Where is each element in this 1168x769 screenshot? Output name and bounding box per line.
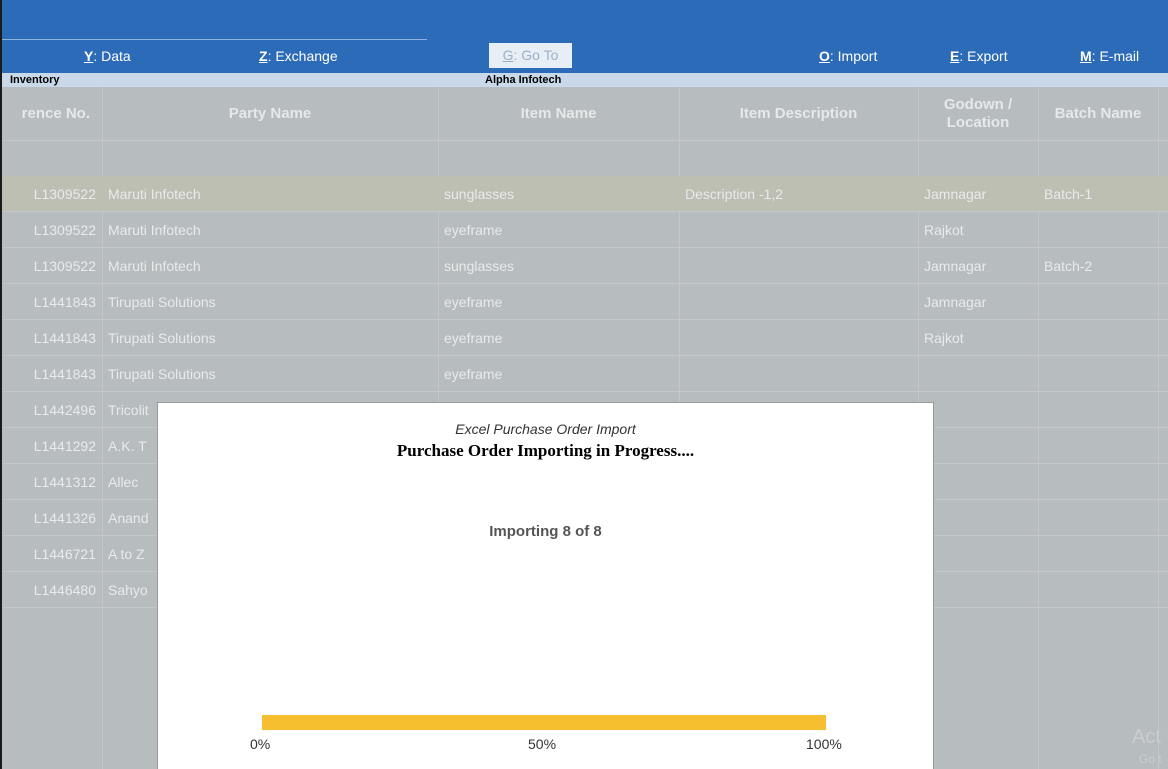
menu-exchange-button[interactable]: Z: Exchange (259, 46, 338, 66)
progress-bar-fill (262, 715, 826, 730)
cell-batch-name (1044, 320, 1158, 356)
cell-reference-no: L1309522 (33, 258, 96, 274)
menu-goto-button[interactable]: G: Go To (489, 43, 572, 68)
cell-party-name: Tirupati Solutions (108, 366, 216, 382)
cell-batch-name (1044, 356, 1158, 392)
cell-godown-location: Rajkot (924, 222, 964, 238)
app-window: Y: Data Z: Exchange G: Go To O: Import E… (0, 0, 1168, 769)
cell-batch-name (1044, 464, 1158, 500)
header-batch-name[interactable]: Batch Name (1038, 87, 1158, 141)
menu-email-button[interactable]: M: E-mail (1080, 46, 1139, 66)
header-party-name[interactable]: Party Name (102, 87, 438, 141)
module-label: Inventory (10, 74, 60, 86)
cell-item-description (685, 248, 918, 284)
cell-item-name: eyeframe (444, 294, 503, 310)
table-row[interactable]: L1309522 Maruti Infotech eyeframe Rajkot (2, 212, 1168, 248)
menu-export-button[interactable]: E: Export (950, 46, 1008, 66)
cell-godown-location: Jamnagar (924, 294, 987, 310)
cell-godown-location: Rajkot (924, 330, 964, 346)
cell-reference-no: L1309522 (33, 222, 96, 238)
activation-watermark: Act (1132, 726, 1161, 748)
cell-batch-name (1044, 428, 1158, 464)
table-row[interactable]: L1441843 Tirupati Solutions eyeframe (2, 356, 1168, 392)
cell-batch-name (1044, 392, 1158, 428)
cell-batch-name (1044, 500, 1158, 536)
header-reference-no[interactable]: rence No. (2, 87, 102, 141)
cell-batch-name: Batch-1 (1044, 186, 1093, 202)
cell-batch-name (1044, 284, 1158, 320)
cell-reference-no: L1441843 (33, 294, 96, 310)
cell-godown-location (924, 572, 1038, 608)
cell-item-description (685, 212, 918, 248)
company-name: Alpha Infotech (485, 74, 562, 86)
cell-party-name: Maruti Infotech (108, 222, 201, 238)
header-item-description[interactable]: Item Description (679, 87, 918, 141)
progress-tick-0: 0% (250, 736, 271, 752)
cell-item-description (685, 284, 918, 320)
cell-godown-location (924, 428, 1038, 464)
dialog-title: Purchase Order Importing in Progress.... (396, 441, 695, 460)
cell-reference-no: L1441312 (33, 474, 96, 490)
cell-godown-location (924, 500, 1038, 536)
menu-data-button[interactable]: Y: Data (84, 46, 131, 66)
cell-item-description (685, 356, 918, 392)
top-menu-bar: Y: Data Z: Exchange G: Go To O: Import E… (2, 0, 1168, 73)
cell-item-name: sunglasses (444, 186, 515, 202)
progress-tick-50: 50% (528, 736, 557, 752)
header-item-name[interactable]: Item Name (438, 87, 679, 141)
table-row[interactable]: L1309522 Maruti Infotech sunglasses Descrip… (2, 176, 1168, 212)
cell-reference-no: L1446721 (33, 546, 96, 562)
header-godown-location[interactable]: Godown / Location (918, 87, 1038, 141)
cell-reference-no: L1441292 (33, 438, 96, 454)
cell-batch-name: Batch-2 (1044, 258, 1093, 274)
cell-party-name: Maruti Infotech (108, 186, 201, 202)
cell-item-description (685, 320, 918, 356)
cell-party-name: Maruti Infotech (108, 258, 201, 274)
cell-godown-location (924, 356, 1038, 392)
top-bar-divider (2, 39, 427, 40)
table-row[interactable]: L1441843 Tirupati Solutions eyeframe Jamnag… (2, 284, 1168, 320)
cell-reference-no: L1442496 (33, 402, 96, 418)
cell-batch-name (1044, 536, 1158, 572)
progress-tick-100: 100% (806, 736, 842, 752)
cell-batch-name (1044, 572, 1158, 608)
import-progress-dialog: Excel Purchase Order Import Purchase Ord… (157, 402, 934, 769)
cell-batch-name (1044, 212, 1158, 248)
cell-reference-no: L1441843 (33, 330, 96, 346)
table-header: rence No. Party Name Item Name Item Desc… (2, 87, 1168, 141)
table-row[interactable]: L1441843 Tirupati Solutions eyeframe Rajkot (2, 320, 1168, 356)
cell-party-name: Tirupati Solutions (108, 330, 216, 346)
cell-reference-no: L1441843 (33, 366, 96, 382)
cell-godown-location (924, 464, 1038, 500)
cell-item-description: Description -1,2 (685, 186, 784, 202)
cell-godown-location (924, 392, 1038, 428)
dialog-caption: Excel Purchase Order Import (455, 421, 636, 437)
table-row[interactable]: L1309522 Maruti Infotech sunglasses Jamnaga… (2, 248, 1168, 284)
info-bar: Inventory Alpha Infotech (2, 73, 1168, 87)
cell-reference-no: L1441326 (33, 510, 96, 526)
activation-watermark-sub: Go t (1139, 752, 1162, 766)
menu-import-button[interactable]: O: Import (819, 46, 877, 66)
cell-item-name: eyeframe (444, 366, 503, 382)
cell-reference-no: L1309522 (33, 186, 96, 202)
cell-reference-no: L1446480 (33, 582, 96, 598)
cell-godown-location: Jamnagar (924, 258, 987, 274)
import-status-text: Importing 8 of 8 (489, 523, 602, 540)
cell-godown-location: Jamnagar (924, 186, 987, 202)
progress-bar (262, 715, 826, 730)
cell-godown-location (924, 536, 1038, 572)
cell-item-name: sunglasses (444, 258, 515, 274)
cell-item-name: eyeframe (444, 330, 503, 346)
cell-item-name: eyeframe (444, 222, 503, 238)
cell-party-name: Tirupati Solutions (108, 294, 216, 310)
